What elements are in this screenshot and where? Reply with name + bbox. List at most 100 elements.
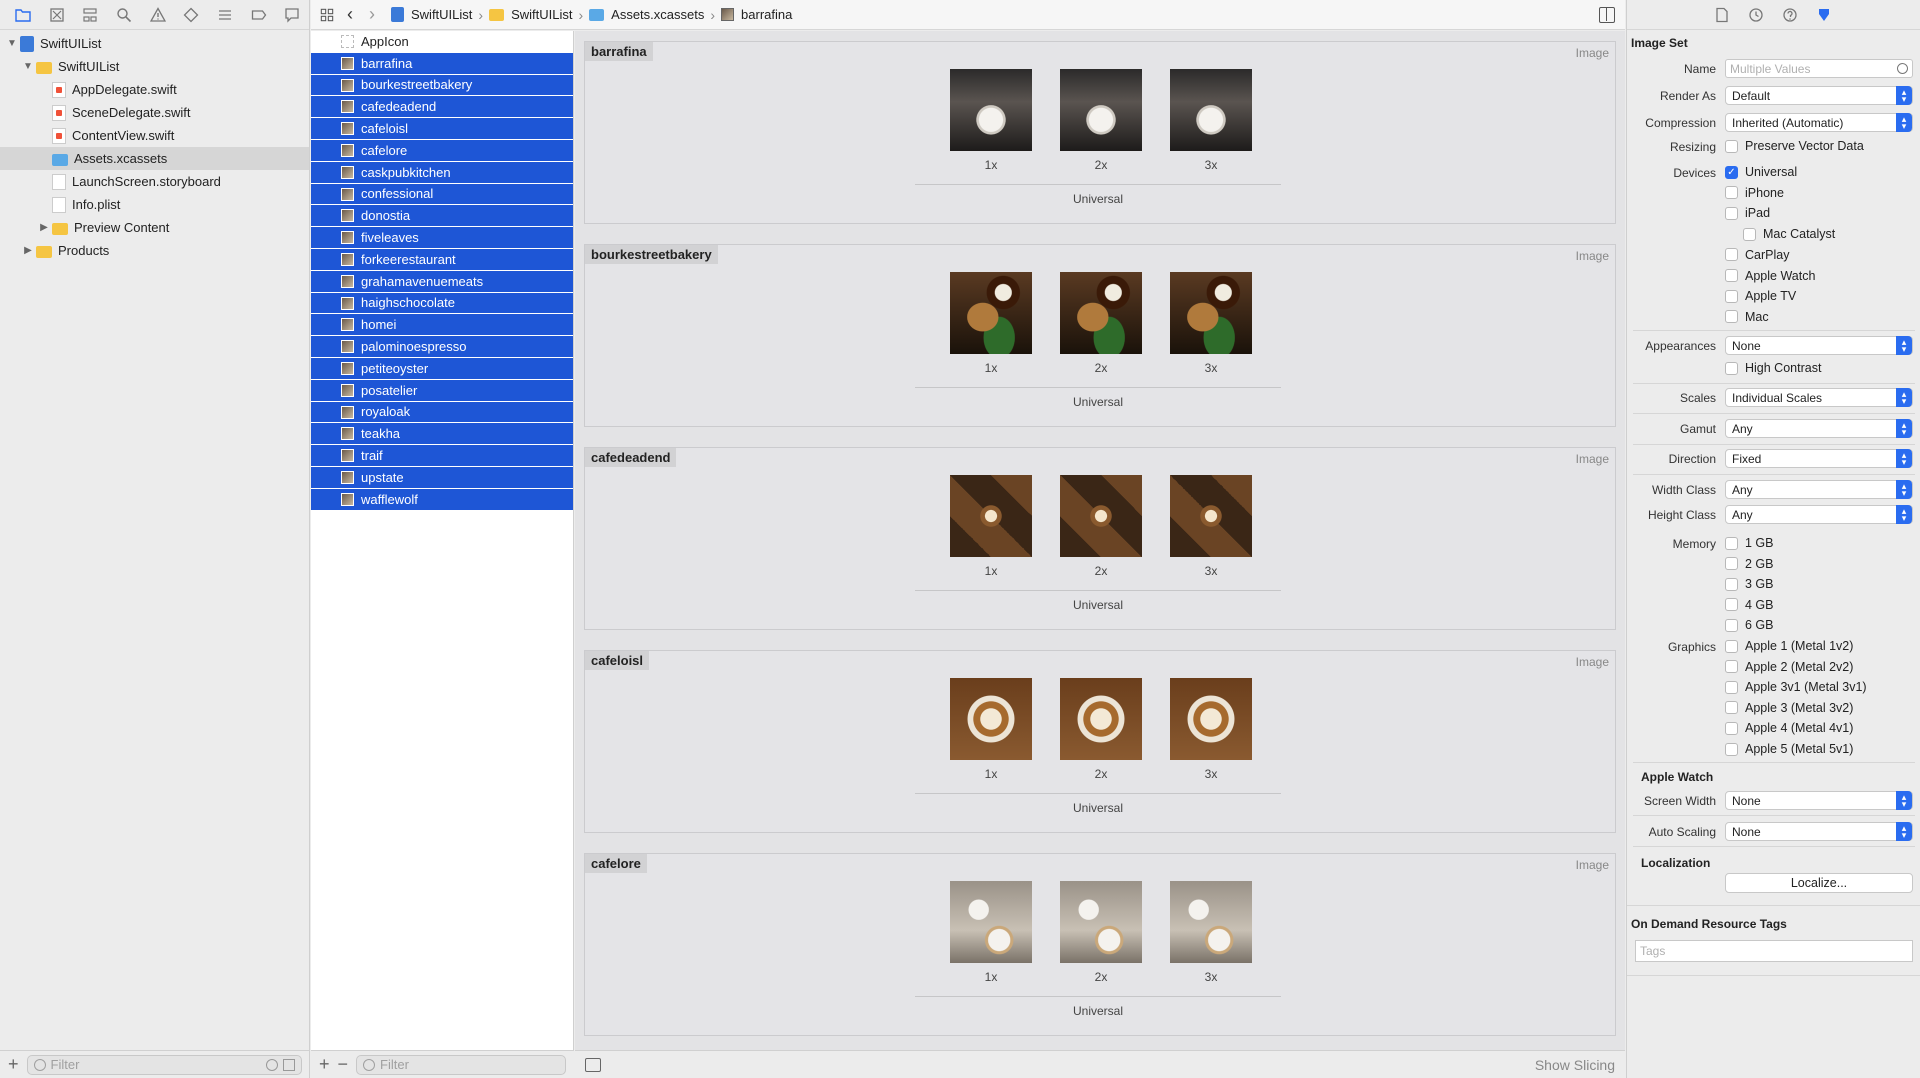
help-inspector-tab[interactable] (1780, 5, 1800, 25)
scale-slot[interactable]: 1x (950, 881, 1032, 984)
scale-slot[interactable]: 3x (1170, 272, 1252, 375)
asset-list-item[interactable]: forkeerestaurant (311, 248, 573, 271)
asset-list-item[interactable]: wafflewolf (311, 488, 573, 511)
device-checkbox[interactable]: iPhone (1725, 186, 1784, 200)
recent-files-icon[interactable] (266, 1058, 278, 1071)
checkbox-icon[interactable] (1725, 618, 1738, 632)
breadcrumb-imageset[interactable]: barrafina (721, 7, 792, 22)
device-checkbox[interactable]: Mac (1725, 310, 1769, 324)
checkbox-icon[interactable] (1725, 557, 1738, 571)
asset-filter-field[interactable]: Filter (356, 1054, 566, 1075)
image-thumbnail[interactable] (1170, 678, 1252, 760)
checkbox-icon[interactable] (1725, 577, 1738, 591)
asset-list-item[interactable]: fiveleaves (311, 227, 573, 249)
image-thumbnail[interactable] (950, 475, 1032, 557)
width-class-popup[interactable]: Any ▴ ▾ (1725, 480, 1913, 499)
image-thumbnail[interactable] (1170, 272, 1252, 354)
image-thumbnail[interactable] (1060, 881, 1142, 963)
image-thumbnail[interactable] (1170, 69, 1252, 151)
source-control-tab[interactable] (40, 0, 74, 30)
screen-width-popup[interactable]: None ▴ ▾ (1725, 791, 1913, 810)
test-navigator-tab[interactable] (174, 0, 208, 30)
symbol-navigator-tab[interactable] (73, 0, 107, 30)
remove-icon[interactable]: − (338, 1054, 349, 1075)
memory-checkbox[interactable]: 1 GB (1725, 536, 1774, 550)
checkbox-icon[interactable] (1725, 139, 1738, 153)
asset-list-item[interactable]: cafeloisl (311, 118, 573, 140)
checkbox-icon[interactable] (1743, 227, 1756, 241)
image-set-panel[interactable]: barrafina Image 1x 2x 3x Universal (584, 41, 1616, 224)
device-checkbox[interactable]: Apple TV (1725, 289, 1796, 303)
checkbox-icon[interactable] (1725, 680, 1738, 694)
memory-checkbox[interactable]: 3 GB (1725, 577, 1774, 591)
graphics-checkbox[interactable]: Apple 3 (Metal 3v2) (1725, 701, 1853, 715)
checkbox-icon[interactable] (1725, 361, 1738, 375)
navigator-item[interactable]: ▼ SwiftUIList (0, 32, 309, 55)
image-thumbnail[interactable] (1060, 272, 1142, 354)
checkbox-icon[interactable] (1725, 248, 1738, 262)
breakpoint-navigator-tab[interactable] (242, 0, 276, 30)
memory-checkbox[interactable]: 6 GB (1725, 618, 1774, 632)
add-icon[interactable]: + (8, 1054, 19, 1075)
disclosure-open-icon[interactable]: ▼ (22, 61, 34, 73)
navigator-item[interactable]: Info.plist (0, 193, 309, 216)
breadcrumb-assets[interactable]: Assets.xcassets (589, 7, 704, 22)
navigator-item[interactable]: ▶ Products (0, 239, 309, 262)
scale-slot[interactable]: 3x (1170, 69, 1252, 172)
image-thumbnail[interactable] (950, 272, 1032, 354)
image-thumbnail[interactable] (1060, 475, 1142, 557)
asset-list-item[interactable]: bourkestreetbakery (311, 74, 573, 97)
project-navigator-tab[interactable] (6, 0, 40, 30)
asset-list-item[interactable]: AppIcon (311, 31, 573, 53)
scale-slot[interactable]: 3x (1170, 678, 1252, 781)
forward-button[interactable]: › (369, 4, 375, 25)
navigator-item[interactable]: LaunchScreen.storyboard (0, 170, 309, 193)
history-inspector-tab[interactable] (1746, 5, 1766, 25)
add-icon[interactable]: + (319, 1054, 330, 1075)
disclosure-closed-icon[interactable]: ▶ (38, 222, 50, 234)
image-thumbnail[interactable] (1170, 881, 1252, 963)
breadcrumb-project[interactable]: SwiftUIList (391, 7, 472, 22)
source-control-filter-icon[interactable] (283, 1058, 295, 1071)
asset-list-item[interactable]: teakha (311, 423, 573, 446)
graphics-checkbox[interactable]: Apple 1 (Metal 1v2) (1725, 639, 1853, 653)
scale-slot[interactable]: 2x (1060, 69, 1142, 172)
checkbox-icon[interactable] (1725, 701, 1738, 715)
asset-list-item[interactable]: confessional (311, 183, 573, 206)
add-editor-icon[interactable] (1599, 6, 1615, 23)
scale-slot[interactable]: 2x (1060, 881, 1142, 984)
compression-popup[interactable]: Inherited (Automatic) ▴ ▾ (1725, 113, 1913, 132)
memory-checkbox[interactable]: 2 GB (1725, 557, 1774, 571)
back-button[interactable]: ‹ (347, 4, 353, 25)
memory-checkbox[interactable]: 4 GB (1725, 598, 1774, 612)
image-thumbnail[interactable] (950, 69, 1032, 151)
graphics-checkbox[interactable]: Apple 3v1 (Metal 3v1) (1725, 680, 1867, 694)
checkbox-icon[interactable] (1725, 660, 1738, 674)
localize-button[interactable]: Localize... (1725, 873, 1913, 893)
checkbox-icon[interactable] (1725, 598, 1738, 612)
checkbox-icon[interactable] (1725, 742, 1738, 756)
checkbox-icon[interactable] (1725, 186, 1738, 200)
file-inspector-tab[interactable] (1712, 5, 1732, 25)
scale-slot[interactable]: 1x (950, 272, 1032, 375)
asset-list-item[interactable]: petiteoyster (311, 357, 573, 380)
attributes-inspector-tab[interactable] (1814, 5, 1834, 25)
checkbox-icon[interactable] (1725, 721, 1738, 735)
auto-scaling-popup[interactable]: None ▴ ▾ (1725, 822, 1913, 841)
asset-list-item[interactable]: donostia (311, 205, 573, 228)
image-thumbnail[interactable] (950, 678, 1032, 760)
scale-slot[interactable]: 3x (1170, 881, 1252, 984)
render-as-popup[interactable]: Default ▴ ▾ (1725, 86, 1913, 105)
asset-list-item[interactable]: posatelier (311, 379, 573, 402)
breadcrumb-group[interactable]: SwiftUIList (489, 7, 572, 22)
slicing-toggle-icon[interactable] (585, 1057, 601, 1072)
asset-list-item[interactable]: traif (311, 445, 573, 467)
checkbox-icon[interactable] (1725, 536, 1738, 550)
device-checkbox[interactable]: Mac Catalyst (1743, 227, 1835, 241)
checkbox-icon[interactable] (1725, 269, 1738, 282)
scale-slot[interactable]: 3x (1170, 475, 1252, 578)
navigator-filter-field[interactable]: Filter (26, 1054, 302, 1075)
clear-icon[interactable] (1897, 63, 1908, 74)
scale-slot[interactable]: 1x (950, 475, 1032, 578)
asset-list-item[interactable]: royaloak (311, 401, 573, 424)
